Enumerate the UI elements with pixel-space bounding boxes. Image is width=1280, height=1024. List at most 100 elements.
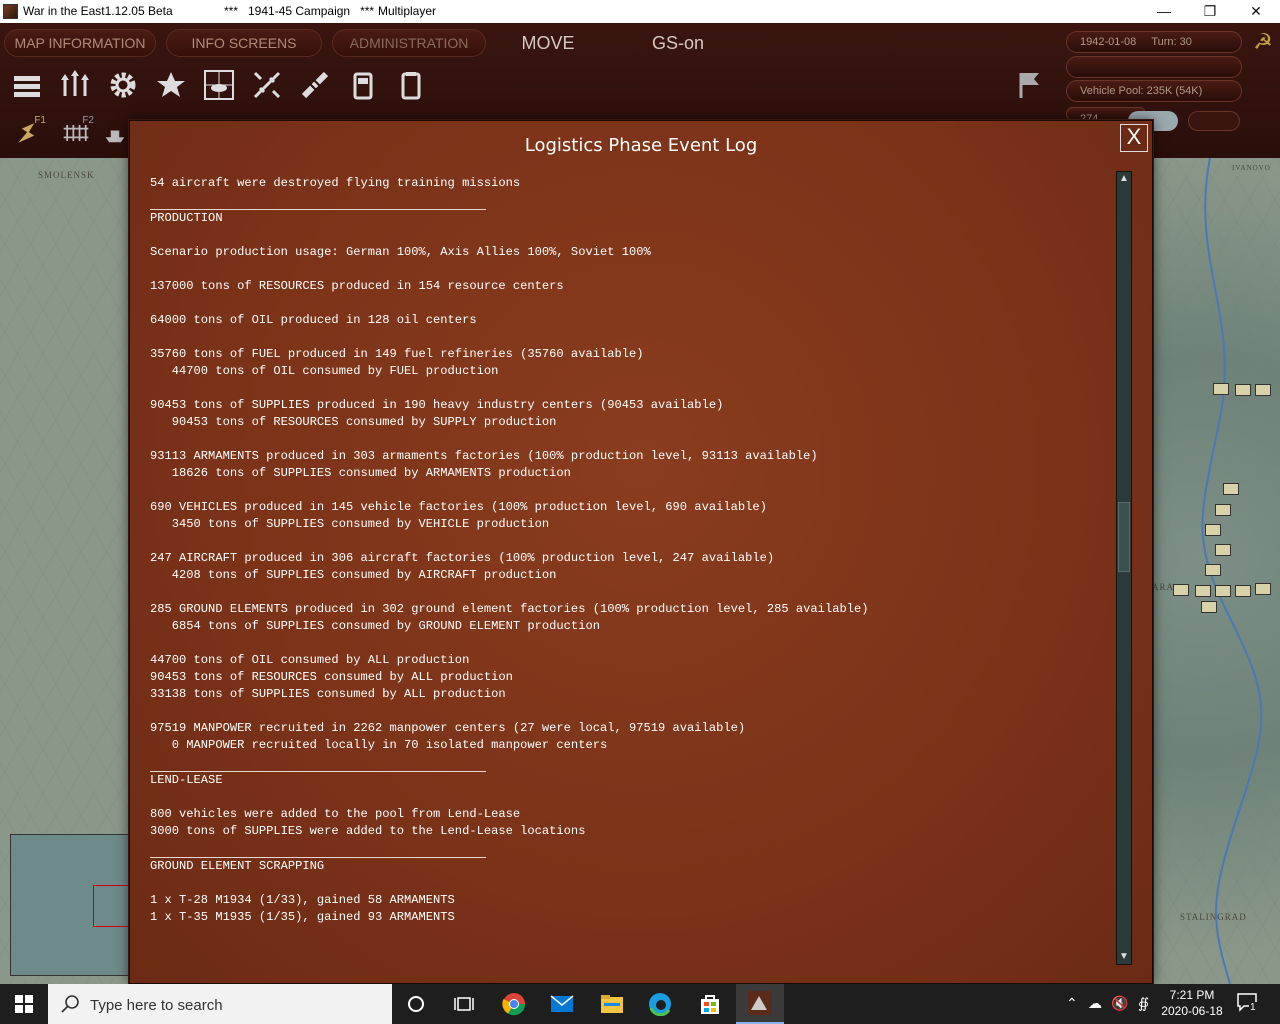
log-blank — [150, 533, 1110, 550]
restore-button[interactable]: ❐ — [1187, 0, 1233, 23]
taskbar-search[interactable] — [48, 984, 392, 1024]
log-blank — [150, 840, 1110, 857]
onedrive-icon[interactable]: ☁ — [1088, 995, 1102, 1012]
unit-arrows-icon[interactable] — [55, 65, 95, 105]
close-dialog-button[interactable]: X — [1120, 124, 1148, 152]
f1-label: F1 — [34, 115, 46, 126]
log-line: 3000 tons of SUPPLIES were added to the … — [150, 824, 586, 838]
log-line: 800 vehicles were added to the pool from… — [150, 807, 521, 821]
search-input[interactable] — [88, 993, 382, 1017]
menu-gs-toggle[interactable]: GS-on — [626, 29, 730, 57]
log-line: 54 aircraft were destroyed flying traini… — [150, 176, 521, 190]
unit-counter[interactable] — [1255, 384, 1271, 396]
naval-icon[interactable] — [102, 115, 128, 151]
log-line: 6854 tons of SUPPLIES consumed by GROUND… — [150, 619, 600, 633]
bomb-icon[interactable] — [295, 65, 335, 105]
minimap-viewport[interactable] — [93, 885, 133, 927]
log-blank — [150, 482, 1110, 499]
war-in-the-east-app-icon[interactable] — [736, 984, 784, 1024]
cortana-icon[interactable] — [392, 984, 440, 1024]
log-line: 97519 MANPOWER recruited in 2262 manpowe… — [150, 721, 746, 735]
gear-icon[interactable] — [103, 65, 143, 105]
log-blank — [150, 329, 1110, 346]
task-view-icon[interactable] — [440, 984, 488, 1024]
turn-number: Turn: 30 — [1151, 36, 1192, 48]
air-mission-icon[interactable] — [247, 65, 287, 105]
tank-stack-icon[interactable] — [7, 65, 47, 105]
log-scrollbar[interactable]: ▲ ▼ — [1116, 171, 1132, 965]
start-button[interactable] — [0, 984, 48, 1024]
mail-icon[interactable] — [538, 984, 586, 1024]
rail-f2-icon[interactable]: F2 — [58, 115, 94, 151]
flag-icon[interactable] — [1010, 65, 1050, 105]
map-label-smolensk: SMOLENSK — [38, 170, 95, 180]
minimize-button[interactable]: — — [1141, 0, 1187, 23]
log-line: 18626 tons of SUPPLIES consumed by ARMAM… — [150, 466, 571, 480]
unit-counter[interactable] — [1235, 384, 1251, 396]
scroll-down-arrow-icon[interactable]: ▼ — [1117, 950, 1131, 964]
log-line: 1 x T-35 M1935 (1/35), gained 93 ARMAMEN… — [150, 910, 455, 924]
log-line: 90453 tons of RESOURCES consumed by SUPP… — [150, 415, 557, 429]
unit-counter[interactable] — [1223, 483, 1239, 495]
log-blank — [150, 703, 1110, 720]
hex-view-icon[interactable] — [199, 65, 239, 105]
unit-counter[interactable] — [1173, 584, 1189, 596]
log-line: 35760 tons of FUEL produced in 149 fuel … — [150, 347, 644, 361]
unit-counter[interactable] — [1195, 585, 1211, 597]
scrollbar-thumb[interactable] — [1118, 502, 1130, 572]
unit-counter[interactable] — [1235, 585, 1251, 597]
minimap[interactable] — [10, 834, 133, 976]
log-line: 4208 tons of SUPPLIES consumed by AIRCRA… — [150, 568, 557, 582]
log-blank — [150, 380, 1110, 397]
notification-count: 1 — [1249, 1002, 1257, 1013]
info-pill-empty — [1066, 56, 1242, 78]
unit-counter[interactable] — [1215, 504, 1231, 516]
scroll-up-arrow-icon[interactable]: ▲ — [1117, 172, 1131, 186]
unit-counter[interactable] — [1205, 524, 1221, 536]
window-title-campaign: *** 1941-45 Campaign *** — [224, 4, 375, 18]
menu-map-information[interactable]: MAP INFORMATION — [4, 29, 156, 57]
move-f1-icon[interactable]: F1 — [10, 115, 46, 151]
log-blank — [150, 584, 1110, 601]
unit-counter[interactable] — [1255, 583, 1271, 595]
network-icon[interactable]: ∯ — [1138, 995, 1149, 1012]
windows-taskbar: ⌃ ☁ 🔇 ∯ 7:21 PM 2020-06-18 1 — [0, 984, 1280, 1024]
fuel-can-icon[interactable] — [343, 65, 383, 105]
unit-counter[interactable] — [1215, 585, 1231, 597]
soviet-flag-icon: ☭ — [1253, 29, 1273, 54]
unit-counter[interactable] — [1205, 564, 1221, 576]
log-blank — [150, 295, 1110, 312]
unit-counter[interactable] — [1215, 544, 1231, 556]
log-line: 137000 tons of RESOURCES produced in 154… — [150, 279, 564, 293]
section-header-lend-lease: LEND-LEASE — [150, 773, 223, 787]
taskbar-clock[interactable]: 7:21 PM 2020-06-18 — [1160, 987, 1224, 1019]
turn-date: 1942-01-08 — [1080, 36, 1137, 48]
edge-icon[interactable] — [636, 984, 684, 1024]
log-line: 33138 tons of SUPPLIES consumed by ALL p… — [150, 687, 506, 701]
store-icon[interactable] — [686, 984, 734, 1024]
unit-counter[interactable] — [1201, 601, 1217, 613]
menu-administration[interactable]: ADMINISTRATION — [332, 29, 486, 57]
log-line: 285 GROUND ELEMENTS produced in 302 grou… — [150, 602, 869, 616]
file-explorer-icon[interactable] — [588, 984, 636, 1024]
menu-move[interactable]: MOVE — [500, 29, 596, 57]
section-header-production: PRODUCTION — [150, 211, 223, 225]
close-window-button[interactable]: ✕ — [1233, 0, 1279, 23]
star-icon[interactable] — [151, 65, 191, 105]
log-line: 44700 tons of OIL consumed by FUEL produ… — [150, 364, 499, 378]
volume-muted-icon[interactable]: 🔇 — [1111, 995, 1128, 1012]
f2-label: F2 — [82, 115, 94, 126]
log-line: 93113 ARMAMENTS produced in 303 armament… — [150, 449, 818, 463]
unit-counter[interactable] — [1213, 383, 1229, 395]
supply-can-icon[interactable] — [391, 65, 431, 105]
chevron-up-icon[interactable]: ⌃ — [1066, 995, 1078, 1012]
chrome-icon[interactable] — [490, 984, 538, 1024]
log-line: 1 x T-28 M1934 (1/33), gained 58 ARMAMEN… — [150, 893, 455, 907]
log-blank — [150, 789, 1110, 806]
toggle-button-2[interactable] — [1188, 111, 1240, 131]
log-line: 690 VEHICLES produced in 145 vehicle fac… — [150, 500, 767, 514]
log-blank — [150, 431, 1110, 448]
notification-center-icon[interactable]: 1 — [1236, 992, 1260, 1016]
event-log-content: 54 aircraft were destroyed flying traini… — [150, 167, 1110, 963]
menu-info-screens[interactable]: INFO SCREENS — [166, 29, 322, 57]
